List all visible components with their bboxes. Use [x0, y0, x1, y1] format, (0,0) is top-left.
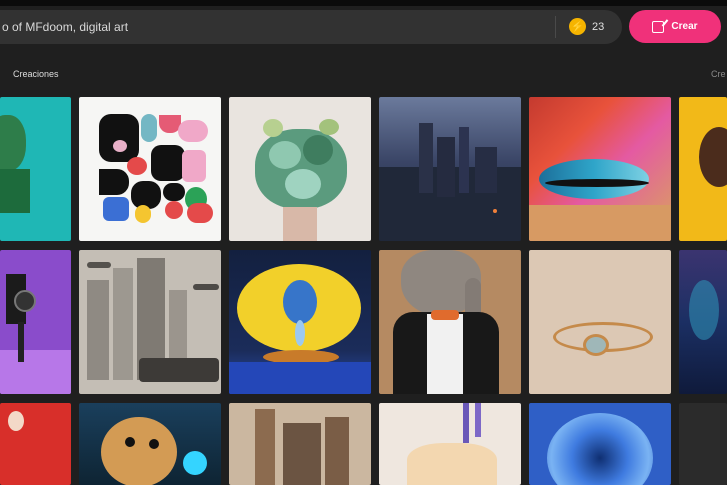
- gallery-image-yellow-partial[interactable]: [679, 97, 727, 241]
- create-button-label: Crear: [671, 21, 698, 32]
- gallery-image-starry-partial[interactable]: [679, 250, 727, 394]
- bolt-icon: ⚡: [569, 18, 586, 35]
- pen-icon: [652, 20, 665, 33]
- gallery-image-glass-lavender[interactable]: [379, 403, 521, 485]
- gallery-image-elephant-tuxedo[interactable]: [379, 250, 521, 394]
- create-button[interactable]: Crear: [629, 10, 721, 43]
- gallery-image-dark-partial[interactable]: [679, 403, 727, 485]
- window-top-strip: [0, 0, 727, 6]
- prompt-bar[interactable]: o of MFdoom, digital art ⚡ 23: [0, 10, 622, 44]
- gallery-image-red-partial[interactable]: [0, 403, 71, 485]
- section-link[interactable]: Cre: [711, 69, 726, 79]
- gallery-image-mountain-fortress[interactable]: [379, 97, 521, 241]
- prompt-input[interactable]: o of MFdoom, digital art: [2, 20, 128, 34]
- gallery-image-blue-flower[interactable]: [529, 403, 671, 485]
- divider: [555, 16, 556, 38]
- gallery-image-ruined-building[interactable]: [229, 403, 371, 485]
- gallery-image-gold-ring[interactable]: [529, 250, 671, 394]
- section-title: Creaciones: [13, 69, 59, 79]
- credits-counter: ⚡ 23: [569, 18, 604, 35]
- gallery-image-futuristic-city[interactable]: [79, 250, 221, 394]
- credits-count: 23: [592, 20, 605, 33]
- gallery-image-eye-makeup[interactable]: [529, 97, 671, 241]
- gallery-image-retro-camera[interactable]: [0, 250, 71, 394]
- gallery-image-cosmic-creature[interactable]: [79, 403, 221, 485]
- gallery-image-blob-shapes[interactable]: [79, 97, 221, 241]
- gallery-image-succulent-bouquet[interactable]: [229, 97, 371, 241]
- gallery-image-lemon-teardrop[interactable]: [229, 250, 371, 394]
- gallery-image-teal-collage[interactable]: [0, 97, 71, 241]
